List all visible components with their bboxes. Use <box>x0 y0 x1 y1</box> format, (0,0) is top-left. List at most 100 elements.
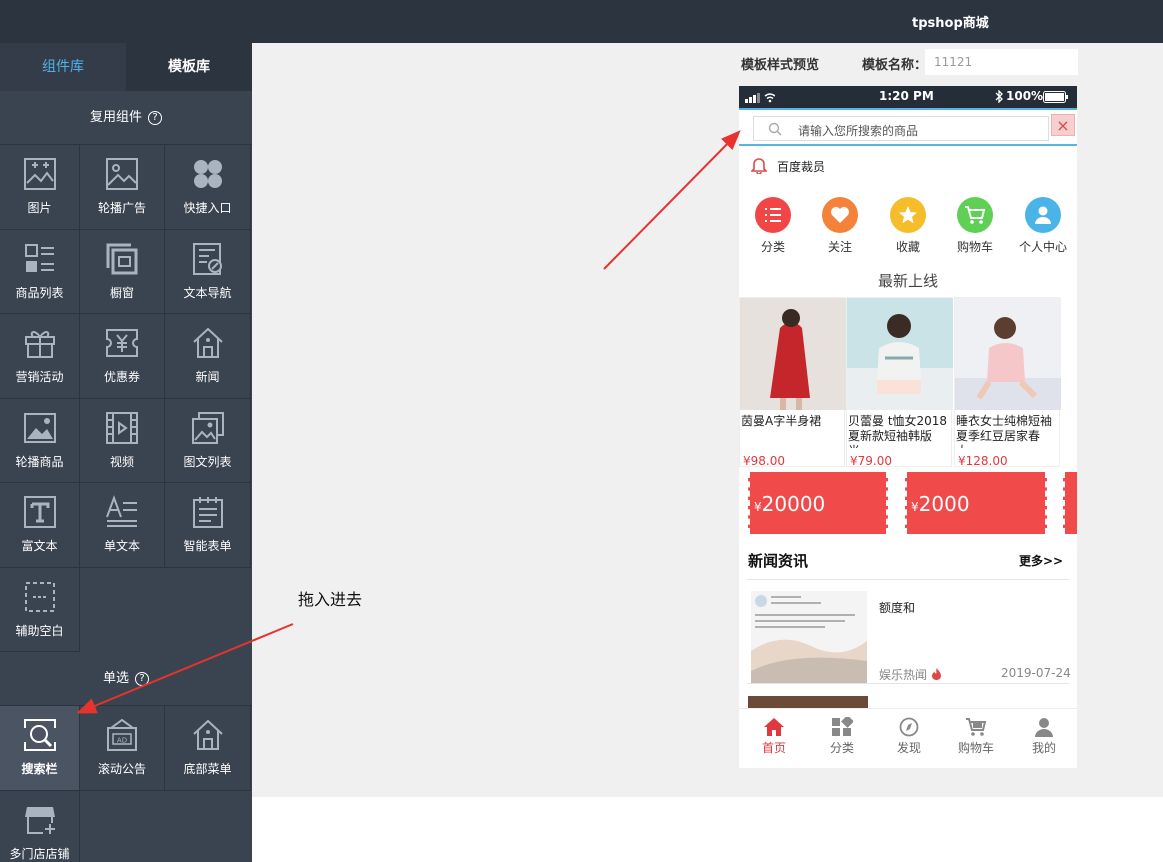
landscape-icon <box>23 412 56 443</box>
app-title: tpshop商城 <box>912 16 989 31</box>
product-card[interactable]: 茵曼A字半身裙 ¥98.00 <box>739 297 846 468</box>
product-card[interactable]: 睡衣女士纯棉短袖夏季红豆居家春大... ¥128.00 <box>954 297 1061 468</box>
house-menu-icon <box>192 719 223 751</box>
tabbar-category[interactable]: 分类 <box>812 717 872 756</box>
component-grid: 图片 轮播广告 快捷入口 商品列表 橱窗 文本导航 营销活动 优惠券 新闻 轮播… <box>0 145 252 652</box>
help-icon[interactable]: ? <box>135 671 149 686</box>
product-card[interactable]: 贝蕾曼 t恤女2018夏新款短袖韩版半... ¥79.00 <box>846 297 953 468</box>
news-more-link[interactable]: 更多>> <box>1019 552 1063 569</box>
product-name: 睡衣女士纯棉短袖夏季红豆居家春大... <box>956 414 1053 448</box>
product-image <box>955 298 1061 410</box>
nav-label: 购物车 <box>956 240 993 254</box>
component-single-text[interactable]: 单文本 <box>80 483 165 568</box>
notice-text: 百度裁员 <box>777 160 826 174</box>
gift-icon <box>24 331 55 359</box>
coupon-amount: 2000 <box>918 492 970 516</box>
component-label: 快捷入口 <box>183 201 232 216</box>
news-item-title[interactable]: 额度和 <box>879 599 915 616</box>
phone-search-input[interactable]: 请输入您所搜索的商品 <box>753 116 1049 141</box>
component-image-text-list[interactable]: 图文列表 <box>165 398 251 483</box>
component-news[interactable]: 新闻 <box>165 314 251 399</box>
nav-follow[interactable]: 关注 <box>810 197 870 255</box>
component-label: 智能表单 <box>183 539 232 554</box>
tab-component-library[interactable]: 组件库 <box>0 43 126 91</box>
component-label: 轮播商品 <box>15 454 64 469</box>
component-label: 单文本 <box>103 539 140 554</box>
phone-search-bar[interactable]: 请输入您所搜索的商品 × <box>739 108 1077 146</box>
close-icon[interactable]: × <box>1051 114 1075 136</box>
list-icon <box>24 243 54 272</box>
drag-hint-text: 拖入进去 <box>298 590 363 609</box>
component-quick-entry[interactable]: 快捷入口 <box>165 145 251 230</box>
help-icon[interactable]: ? <box>148 110 162 125</box>
component-video[interactable]: 视频 <box>80 398 165 483</box>
divider <box>747 579 1069 580</box>
phone-status-bar: 1:20 PM 100% <box>739 86 1077 108</box>
component-image[interactable]: 图片 <box>0 145 80 230</box>
search-placeholder: 请输入您所搜索的商品 <box>798 124 919 138</box>
tabbar-home[interactable]: 首页 <box>744 717 804 756</box>
coupon-card-partial[interactable] <box>1063 472 1077 534</box>
tabbar-label: 我的 <box>1031 741 1056 755</box>
component-label: 富文本 <box>21 539 58 554</box>
component-label: 搜索栏 <box>21 762 58 777</box>
sidebar-tabs: 组件库 模板库 <box>0 43 252 91</box>
component-blank[interactable]: 辅助空白 <box>0 567 80 652</box>
news-item-date: 2019-07-24 <box>1001 666 1071 680</box>
signal-wifi-icon <box>745 93 775 103</box>
component-sidebar: 组件库 模板库 复用组件? 图片 轮播广告 快捷入口 商品列表 橱窗 文本导航 <box>0 43 252 862</box>
component-search-bar[interactable]: 搜索栏 <box>0 706 80 791</box>
form-icon <box>192 497 223 529</box>
product-image <box>740 298 846 410</box>
nav-cart[interactable]: 购物车 <box>945 197 1005 255</box>
template-name-label: 模板名称： <box>862 58 928 73</box>
tabbar-label: 购物车 <box>957 741 994 755</box>
nav-label: 关注 <box>827 240 852 254</box>
status-time: 1:20 PM <box>879 89 934 103</box>
component-product-list[interactable]: 商品列表 <box>0 229 80 314</box>
component-carousel-product[interactable]: 轮播商品 <box>0 398 80 483</box>
template-name-input[interactable] <box>925 49 1078 75</box>
nav-profile[interactable]: 个人中心 <box>1013 197 1073 255</box>
component-label: 轮播广告 <box>97 201 146 216</box>
product-price: ¥79.00 <box>850 454 892 468</box>
component-rich-text[interactable]: 富文本 <box>0 483 80 568</box>
component-showcase[interactable]: 橱窗 <box>80 229 165 314</box>
text-lines-icon <box>106 495 137 528</box>
coupon-card[interactable]: ¥2000 <box>905 472 1047 534</box>
product-name: 茵曼A字半身裙 <box>741 414 822 428</box>
component-label: 滚动公告 <box>97 762 146 777</box>
component-smart-form[interactable]: 智能表单 <box>165 483 251 568</box>
ad-notice-icon: AD <box>107 719 137 752</box>
blank-icon <box>24 581 55 612</box>
top-bar: tpshop商城 <box>0 0 1163 43</box>
search-bar-icon <box>23 719 56 752</box>
component-label: 图文列表 <box>183 454 232 469</box>
component-multi-store[interactable]: 多门店店铺 <box>0 790 80 862</box>
list-circle-icon <box>755 197 791 233</box>
component-bottom-menu[interactable]: 底部菜单 <box>165 706 251 791</box>
tabbar-cart[interactable]: 购物车 <box>946 717 1006 756</box>
nav-category[interactable]: 分类 <box>743 197 803 255</box>
reuse-section-label: 复用组件 <box>89 110 142 125</box>
component-carousel-ad[interactable]: 轮播广告 <box>80 145 165 230</box>
component-scroll-notice[interactable]: AD 滚动公告 <box>80 706 165 791</box>
tabbar-mine[interactable]: 我的 <box>1014 717 1074 756</box>
component-coupon[interactable]: 优惠券 <box>80 314 165 399</box>
reuse-section-title: 复用组件? <box>0 91 252 145</box>
component-text-nav[interactable]: 文本导航 <box>165 229 251 314</box>
window-icon <box>106 243 138 275</box>
tab-template-library[interactable]: 模板库 <box>126 43 252 91</box>
single-component-grid: 搜索栏 AD 滚动公告 底部菜单 多门店店铺 <box>0 706 252 862</box>
video-icon <box>106 411 138 444</box>
component-marketing[interactable]: 营销活动 <box>0 314 80 399</box>
tabbar-label: 分类 <box>829 741 854 755</box>
carousel-image-icon <box>106 158 138 191</box>
tabbar-discover[interactable]: 发现 <box>879 717 939 756</box>
phone-notice-bar[interactable]: 百度裁员 <box>739 152 1077 178</box>
nav-favorite[interactable]: 收藏 <box>878 197 938 255</box>
coupon-card[interactable]: ¥20000 <box>748 472 888 534</box>
text-nav-icon <box>192 242 222 275</box>
house-icon <box>192 327 223 359</box>
store-icon <box>24 806 55 834</box>
